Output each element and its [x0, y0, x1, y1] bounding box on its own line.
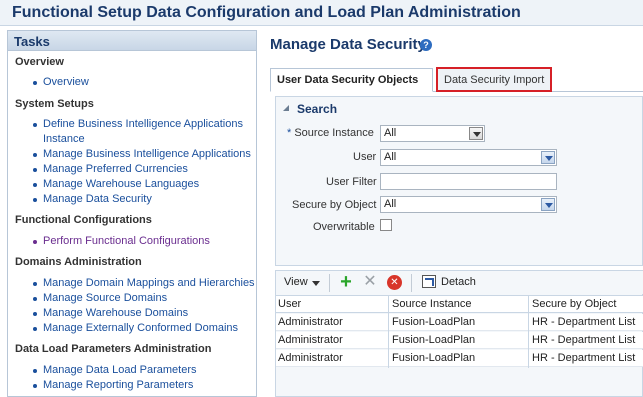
close-icon[interactable]: ✕ [362, 274, 378, 290]
user-filter-input[interactable] [380, 173, 557, 190]
bullet-icon [33, 183, 37, 187]
section-system-setups: System Setups [15, 98, 94, 110]
bullet-icon [33, 312, 37, 316]
title-bar: Functional Setup Data Configuration and … [0, 0, 643, 26]
source-instance-label-text: Source Instance [294, 127, 374, 139]
user-label: User [353, 151, 377, 163]
tasks-header: Tasks [8, 31, 256, 51]
delete-icon[interactable]: ✕ [387, 275, 402, 290]
tasks-title: Tasks [14, 34, 50, 49]
column-header-secure-by-object[interactable]: Secure by Object [532, 296, 616, 312]
bullet-icon [33, 240, 37, 244]
chevron-down-icon[interactable] [541, 198, 555, 211]
page-title: Functional Setup Data Configuration and … [12, 4, 521, 21]
secure-by-object-select[interactable]: All [380, 196, 557, 213]
task-reporting-parameters[interactable]: Manage Reporting Parameters [43, 378, 193, 393]
cell-source-instance: Fusion-LoadPlan [392, 316, 476, 328]
cell-source-instance: Fusion-LoadPlan [392, 352, 476, 364]
chevron-down-icon[interactable] [312, 281, 320, 286]
overwritable-label: Overwritable [313, 221, 375, 233]
source-instance-label: * Source Instance [287, 127, 374, 139]
task-externally-conformed-domains[interactable]: Manage Externally Conformed Domains [43, 321, 238, 336]
cell-source-instance: Fusion-LoadPlan [392, 334, 476, 346]
tasks-panel: Tasks Overview Overview System Setups De… [7, 30, 257, 397]
collapse-triangle-icon[interactable] [283, 105, 289, 111]
cell-secure-by-object: HR - Department List [532, 316, 636, 328]
bullet-icon [33, 81, 37, 85]
bullet-icon [33, 153, 37, 157]
task-source-domains[interactable]: Manage Source Domains [43, 291, 167, 306]
cell-secure-by-object: HR - Department List [532, 334, 636, 346]
source-instance-value: All [384, 127, 397, 139]
bullet-icon [33, 327, 37, 331]
column-header-source-instance[interactable]: Source Instance [392, 296, 472, 312]
user-filter-label: User Filter [326, 176, 377, 188]
help-icon[interactable]: ? [420, 39, 432, 51]
user-value: All [384, 151, 397, 163]
bullet-icon [33, 297, 37, 301]
task-manage-bi-apps[interactable]: Manage Business Intelligence Application… [43, 147, 251, 162]
overwritable-checkbox[interactable] [380, 219, 392, 231]
main-title: Manage Data Security [270, 36, 426, 53]
chevron-down-icon[interactable] [541, 151, 555, 164]
cell-user: Administrator [278, 334, 343, 346]
task-overview[interactable]: Overview [43, 75, 89, 90]
section-overview: Overview [15, 56, 64, 68]
task-perform-functional-configurations[interactable]: Perform Functional Configurations [43, 234, 210, 249]
bullet-icon [33, 369, 37, 373]
column-separator [388, 295, 389, 368]
section-data-load-parameters: Data Load Parameters Administration [15, 343, 212, 355]
bullet-icon [33, 198, 37, 202]
search-title: Search [297, 102, 338, 116]
column-separator [528, 295, 529, 368]
task-domain-mappings[interactable]: Manage Domain Mappings and Hierarchies [43, 276, 255, 291]
detach-icon[interactable] [422, 275, 436, 288]
section-functional-configurations: Functional Configurations [15, 214, 152, 226]
task-define-bi-instance-cont[interactable]: Instance [43, 132, 85, 147]
secure-by-object-value: All [384, 198, 397, 210]
source-instance-select[interactable]: All [380, 125, 485, 142]
toolbar-separator [411, 274, 412, 292]
view-menu[interactable]: View [284, 276, 308, 288]
bullet-icon [33, 384, 37, 388]
secure-by-object-label: Secure by Object [292, 199, 377, 211]
bullet-icon [33, 168, 37, 172]
task-warehouse-domains[interactable]: Manage Warehouse Domains [43, 306, 188, 321]
required-marker: * [287, 127, 292, 139]
task-preferred-currencies[interactable]: Manage Preferred Currencies [43, 162, 188, 177]
add-icon[interactable]: + [338, 272, 354, 292]
cell-user: Administrator [278, 352, 343, 364]
tab-user-data-security-objects[interactable]: User Data Security Objects [270, 68, 433, 92]
task-data-load-parameters[interactable]: Manage Data Load Parameters [43, 363, 196, 378]
chevron-down-icon[interactable] [469, 127, 483, 140]
section-domains-administration: Domains Administration [15, 256, 142, 268]
detach-button[interactable]: Detach [441, 276, 476, 288]
user-select[interactable]: All [380, 149, 557, 166]
task-warehouse-languages[interactable]: Manage Warehouse Languages [43, 177, 199, 192]
toolbar-separator [329, 274, 330, 292]
task-define-bi-instance[interactable]: Define Business Intelligence Application… [43, 117, 243, 132]
cell-secure-by-object: HR - Department List [532, 352, 636, 364]
cell-user: Administrator [278, 316, 343, 328]
bullet-icon [33, 123, 37, 127]
task-data-security[interactable]: Manage Data Security [43, 192, 152, 207]
tab-data-security-import[interactable]: Data Security Import [436, 67, 552, 92]
bullet-icon [33, 282, 37, 286]
column-header-user[interactable]: User [278, 296, 301, 312]
